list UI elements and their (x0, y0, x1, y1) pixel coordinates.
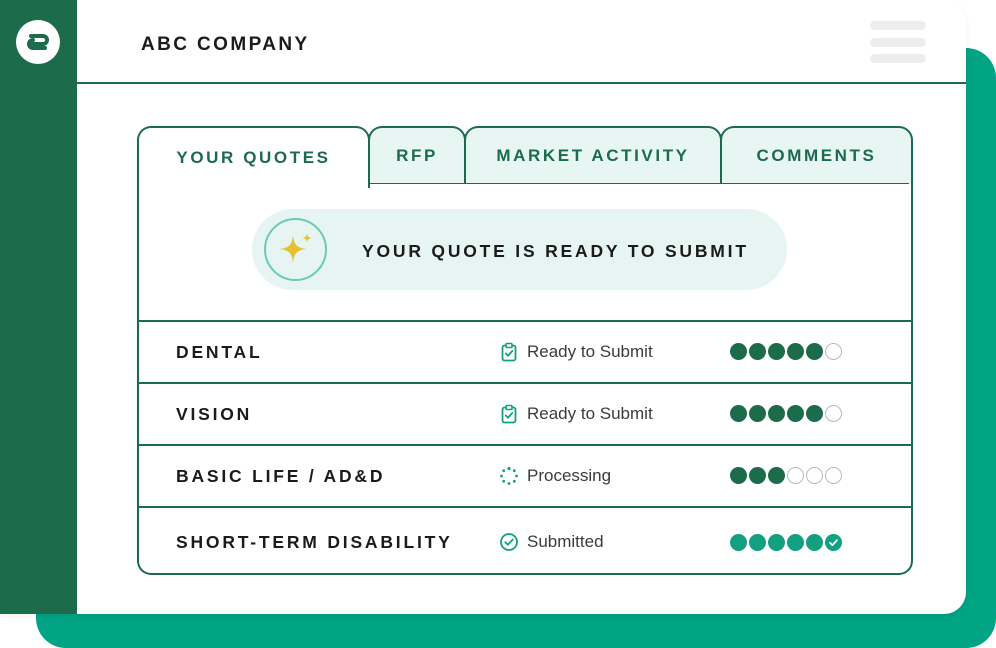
progress-dot-filled (787, 405, 804, 422)
coverage-name: VISION (176, 404, 253, 424)
tab-label: COMMENTS (756, 146, 877, 165)
tab-label: RFP (396, 146, 438, 165)
banner-text: YOUR QUOTE IS READY TO SUBMIT (362, 241, 749, 261)
tab-label: YOUR QUOTES (176, 148, 331, 167)
table-row[interactable]: BASIC LIFE / AD&D Processing (139, 444, 911, 506)
progress-dot-filled (806, 534, 823, 551)
clipboard-check-icon (499, 404, 519, 424)
progress-dot-filled (787, 534, 804, 551)
progress-dot-filled (806, 405, 823, 422)
progress-dot-empty (806, 467, 823, 484)
status-text: Ready to Submit (527, 342, 653, 361)
progress-dot-filled (730, 534, 747, 551)
progress-dot-filled (730, 467, 747, 484)
progress-dot-filled (749, 343, 766, 360)
progress-dot-filled (730, 343, 747, 360)
progress-dots (730, 467, 844, 484)
status-text: Processing (527, 466, 612, 485)
status: Ready to Submit (499, 342, 653, 362)
status-text: Ready to Submit (527, 404, 653, 423)
progress-dot-filled (787, 343, 804, 360)
progress-dot-filled (768, 343, 785, 360)
hamburger-menu-icon[interactable] (870, 21, 926, 63)
status-text: Submitted (527, 532, 604, 551)
progress-dot-empty (787, 467, 804, 484)
sparkle-icon (264, 218, 327, 281)
progress-dot-filled (749, 405, 766, 422)
status: Processing (499, 466, 611, 486)
clipboard-check-icon (499, 342, 519, 362)
progress-dots (730, 534, 844, 551)
progress-dot-filled (806, 343, 823, 360)
tab-label: MARKET ACTIVITY (496, 146, 690, 165)
coverage-name: SHORT-TERM DISABILITY (176, 532, 453, 552)
ready-banner: YOUR QUOTE IS READY TO SUBMIT (252, 209, 787, 290)
tab-comments[interactable]: COMMENTS (720, 126, 913, 184)
progress-dots (730, 405, 844, 422)
coverage-name: BASIC LIFE / AD&D (176, 466, 386, 486)
company-name: ABC COMPANY (141, 34, 310, 55)
top-bar: ABC COMPANY (77, 0, 966, 84)
status: Submitted (499, 532, 604, 552)
check-circle-icon (499, 532, 519, 552)
progress-dot-empty (825, 467, 842, 484)
progress-dot-filled (768, 405, 785, 422)
progress-dot-filled (768, 467, 785, 484)
progress-dot-filled (730, 405, 747, 422)
progress-dots (730, 343, 844, 360)
table-row[interactable]: DENTAL Ready to Submit (139, 320, 911, 382)
table-row[interactable]: SHORT-TERM DISABILITY Submitted (139, 506, 911, 568)
progress-dot-filled (749, 467, 766, 484)
tab-rfp[interactable]: RFP (368, 126, 466, 184)
coverage-name: DENTAL (176, 342, 263, 362)
progress-dot-empty (825, 405, 842, 422)
tab-your-quotes[interactable]: YOUR QUOTES (137, 126, 370, 188)
spinner-icon (499, 466, 519, 486)
status: Ready to Submit (499, 404, 653, 424)
progress-dot-filled (749, 534, 766, 551)
sidebar (0, 0, 77, 614)
table-row[interactable]: VISION Ready to Submit (139, 382, 911, 444)
check-icon (825, 534, 842, 551)
brand-logo-icon[interactable] (16, 20, 60, 64)
progress-dot-empty (825, 343, 842, 360)
progress-dot-filled (768, 534, 785, 551)
tab-market-activity[interactable]: MARKET ACTIVITY (464, 126, 722, 184)
